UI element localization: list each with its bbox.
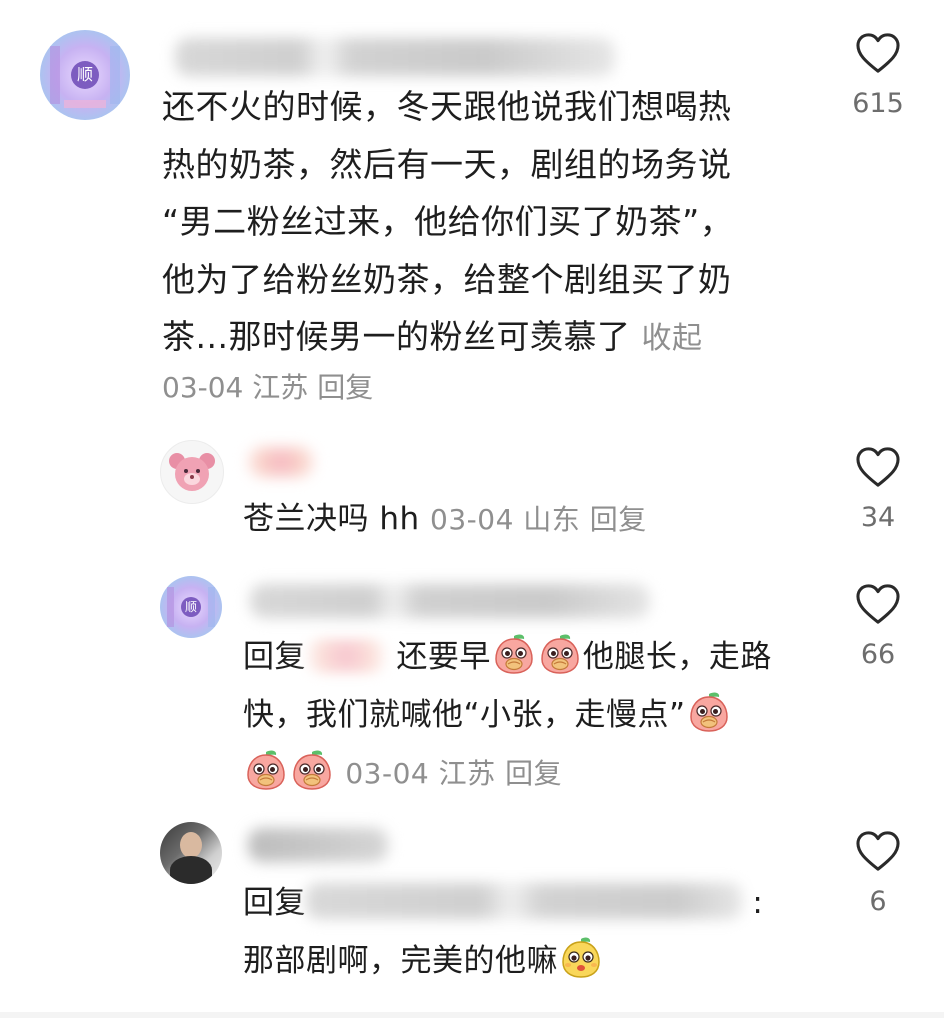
comment-line: “男二粉丝过来，他给你们买了奶茶”， — [162, 202, 734, 241]
like-button[interactable]: 6 — [838, 830, 918, 917]
reply-content: 苍兰决吗 hh — [243, 501, 420, 537]
bear-avatar-icon — [169, 453, 215, 491]
reply-button[interactable]: 回复 — [590, 503, 647, 536]
avatar-decoration — [50, 46, 60, 104]
comment-line: 热的奶茶，然后有一天，剧组的场务说 — [162, 144, 732, 184]
peach-covering-mouth-emoji — [290, 747, 334, 791]
avatar-decoration — [64, 100, 106, 108]
reply-location: 江苏 — [438, 757, 496, 790]
peach-covering-mouth-emoji — [244, 747, 288, 791]
comment-line: 茶...那时候男一的粉丝可羡慕了 收起 — [162, 308, 802, 368]
heart-outline-icon — [855, 446, 901, 488]
blurred-username — [175, 38, 615, 76]
comment-line: 还不火的时候，冬天跟他说我们想喝热 — [162, 87, 732, 126]
collapse-link[interactable]: 收起 — [641, 321, 702, 356]
comment-date: 03-04 — [162, 371, 244, 404]
reply-prefix: 回复 — [243, 639, 306, 675]
avatar-emblem: 顺 — [181, 597, 201, 617]
reply-text: 苍兰决吗 hh 03-04 山东 回复 — [243, 490, 823, 549]
avatar[interactable]: 顺 — [40, 30, 130, 120]
bottom-divider — [0, 1012, 944, 1018]
reply-text: 回复 : 那部剧啊，完美的他嘛 — [243, 874, 803, 990]
like-button[interactable]: 34 — [838, 446, 918, 533]
blurred-username — [250, 584, 650, 618]
like-count: 6 — [869, 886, 887, 917]
reply-content: 那部剧啊，完美的他嘛 — [243, 943, 558, 979]
comment-line-text: 茶...那时候男一的粉丝可羡慕了 — [162, 317, 631, 356]
reply-button[interactable]: 回复 — [317, 371, 373, 404]
peach-covering-mouth-emoji — [492, 631, 536, 675]
blurred-username — [248, 828, 388, 862]
reply-line: 快，我们就喊他“小张，走慢点” — [243, 686, 823, 744]
like-count: 66 — [860, 639, 896, 670]
like-button[interactable]: 66 — [838, 583, 918, 670]
avatar[interactable]: 顺 — [160, 576, 222, 638]
reply-content: 他腿长，走路 — [582, 639, 772, 675]
yellow-fruit-face-emoji — [559, 935, 603, 979]
reply-date: 03-04 — [345, 757, 430, 790]
comment-line: 他为了给粉丝奶茶，给整个剧组买了奶 — [162, 259, 732, 299]
comment-meta: 03-04 江苏 回复 — [162, 366, 373, 406]
reply-line: 那部剧啊，完美的他嘛 — [243, 932, 803, 990]
avatar-decoration — [167, 587, 174, 627]
reply-line: 03-04 江苏 回复 — [243, 744, 823, 803]
reply-text: 回复 还要早 他腿长，走路 快，我们就喊他“小张，走慢点” 03-04 江苏 回复 — [243, 628, 823, 803]
reply-content: 还要早 — [396, 639, 491, 675]
avatar-body — [170, 856, 212, 884]
reply-location: 山东 — [523, 503, 581, 536]
reply-line: 回复 还要早 他腿长，走路 — [243, 628, 823, 686]
avatar-face — [180, 832, 202, 858]
reply-content: 快，我们就喊他“小张，走慢点” — [243, 697, 686, 733]
avatar-decoration — [208, 587, 215, 627]
reply-meta: 03-04 山东 回复 — [430, 503, 647, 536]
blurred-username — [248, 447, 314, 477]
blurred-mention — [306, 883, 742, 919]
reply-button[interactable]: 回复 — [505, 757, 562, 790]
reply-line: 回复 : — [243, 874, 803, 932]
avatar[interactable] — [160, 440, 224, 504]
comment-location: 江苏 — [252, 371, 309, 404]
reply-colon: : — [752, 885, 764, 921]
blurred-mention — [306, 639, 386, 673]
reply-prefix: 回复 — [243, 885, 306, 921]
comment-text: 还不火的时候，冬天跟他说我们想喝热 热的奶茶，然后有一天，剧组的场务说 “男二粉… — [162, 78, 802, 368]
reply-date: 03-04 — [430, 503, 514, 536]
like-count: 34 — [860, 502, 896, 533]
avatar-decoration — [110, 46, 120, 104]
avatar[interactable] — [160, 822, 222, 884]
avatar-emblem: 顺 — [71, 61, 99, 89]
like-button[interactable]: 615 — [838, 32, 918, 119]
heart-outline-icon — [855, 583, 901, 625]
peach-covering-mouth-emoji — [538, 631, 582, 675]
like-count: 615 — [852, 88, 904, 119]
heart-outline-icon — [855, 830, 901, 872]
heart-outline-icon — [855, 32, 901, 74]
peach-covering-mouth-emoji — [687, 689, 731, 733]
reply-meta: 03-04 江苏 回复 — [345, 757, 562, 790]
